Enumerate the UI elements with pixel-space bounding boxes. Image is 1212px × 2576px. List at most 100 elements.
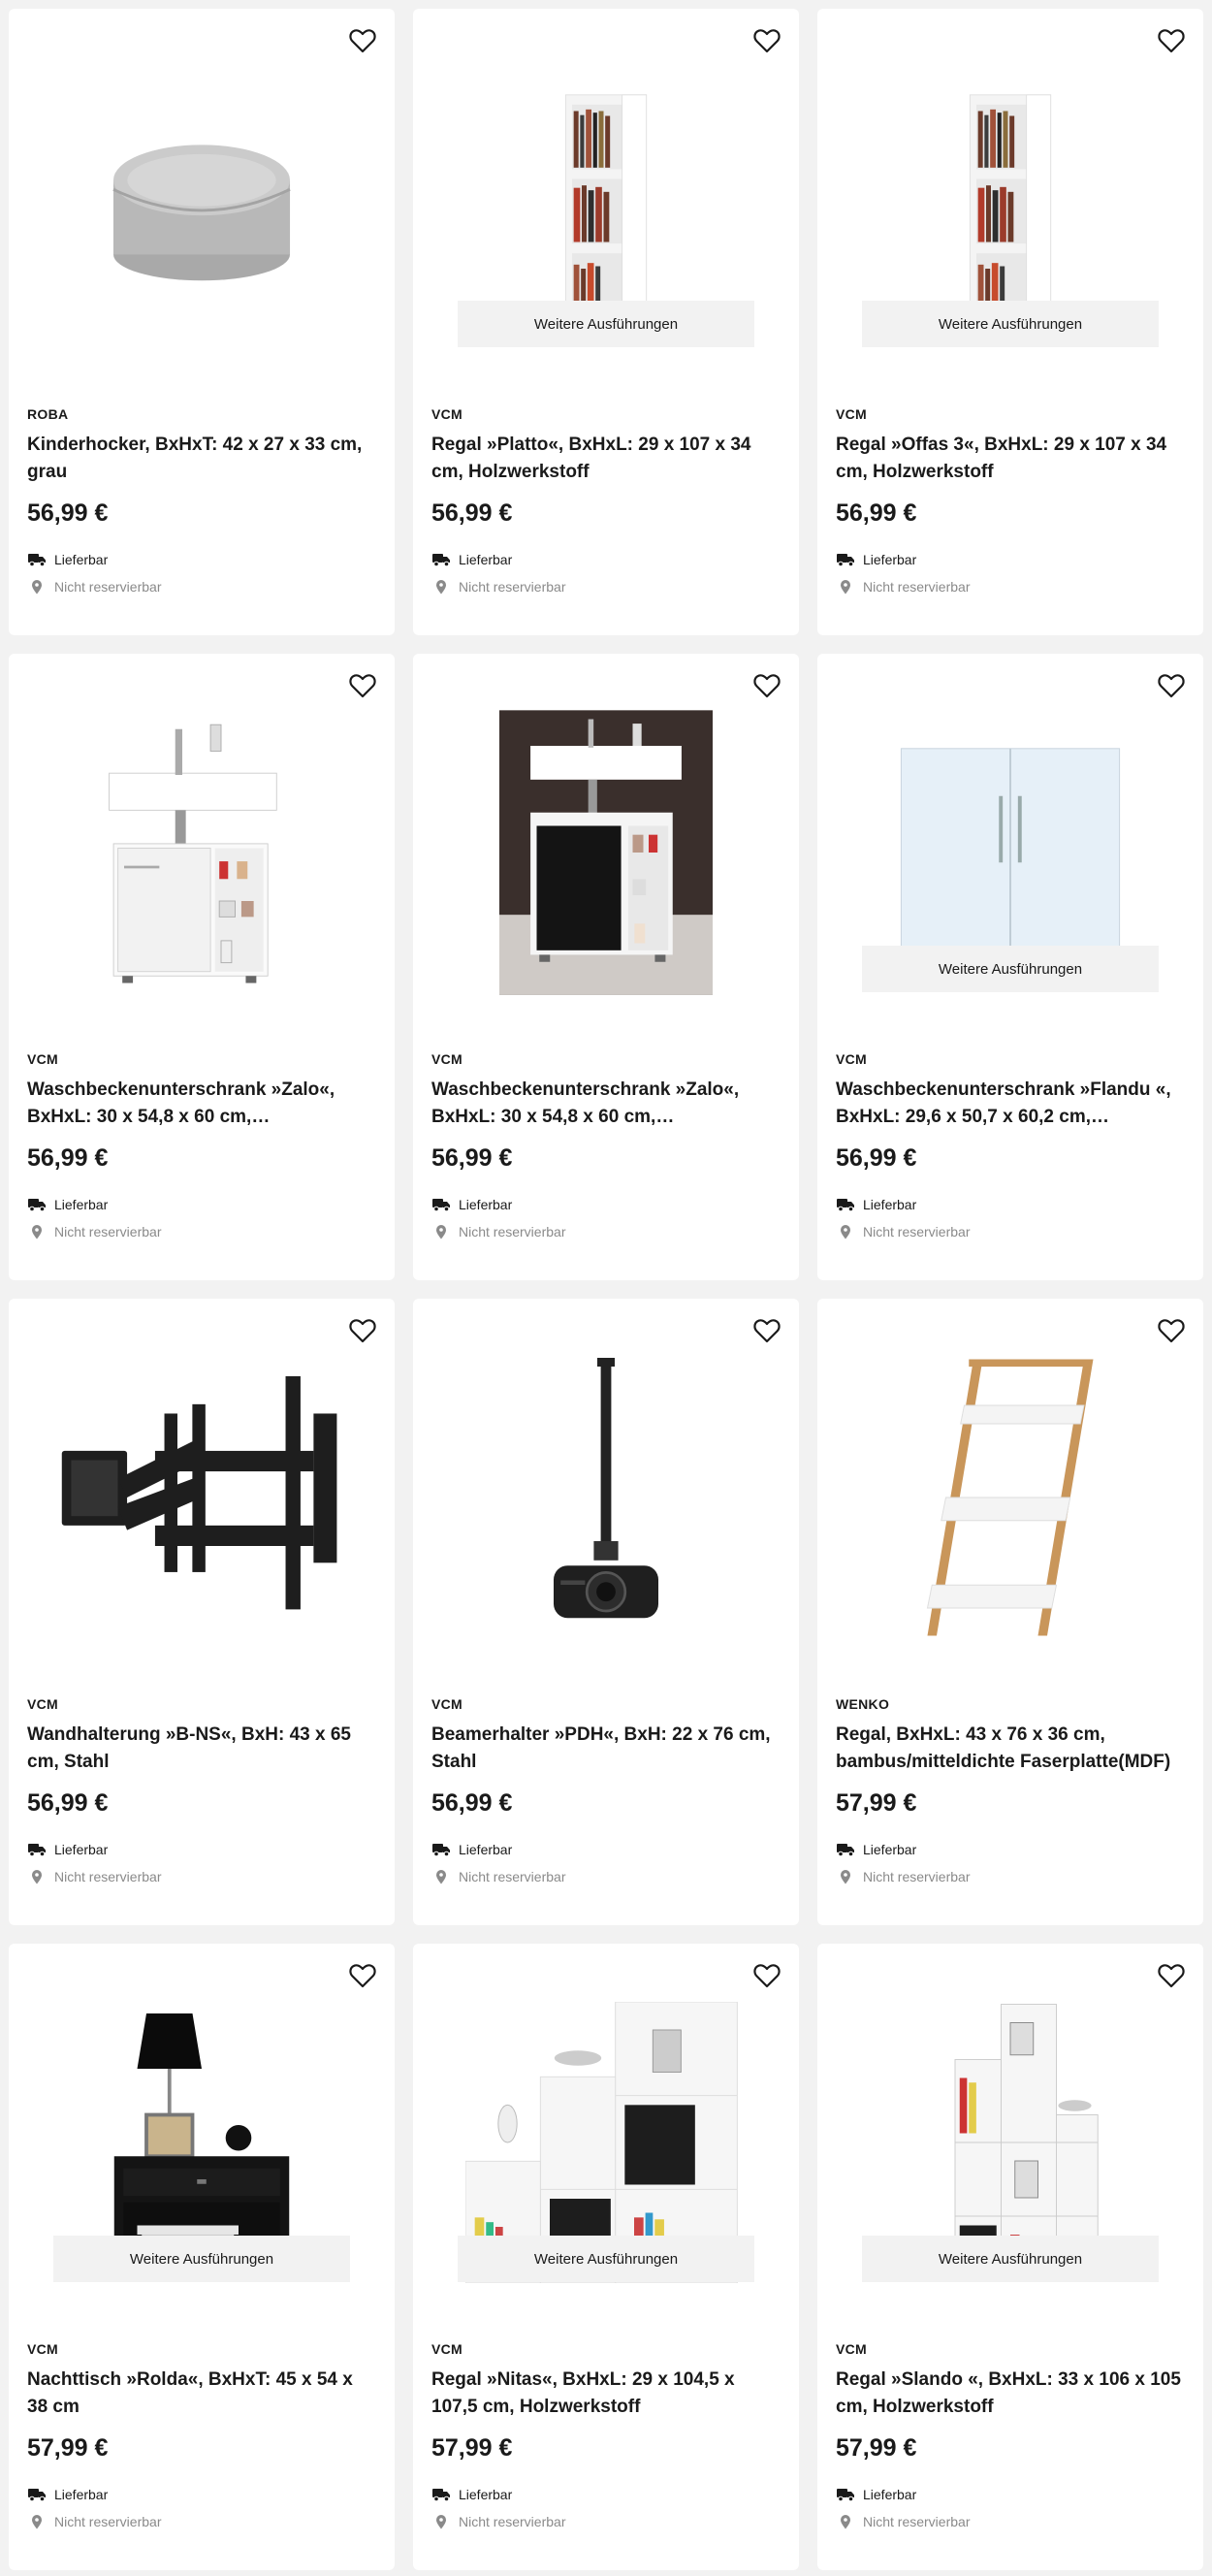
location-pin-icon [436, 580, 446, 595]
product-price: 56,99 € [27, 1789, 109, 1817]
product-card[interactable]: VCM Beamerhalter »PDH«, BxH: 22 x 76 cm,… [413, 1299, 799, 1925]
reserve-status: Nicht reservierbar [431, 2512, 781, 2531]
truck-icon [28, 2489, 46, 2502]
product-card[interactable]: Weitere Ausführungen VCM Regal »Slando «… [817, 1944, 1203, 2570]
delivery-label: Lieferbar [54, 552, 109, 567]
product-image[interactable] [817, 1337, 1203, 1658]
delivery-label: Lieferbar [54, 2487, 109, 2502]
location-pin-icon [841, 2515, 850, 2529]
product-title[interactable]: Waschbeckenunterschrank »Zalo«, BxHxL: 3… [431, 1077, 781, 1131]
product-title[interactable]: Regal »Offas 3«, BxHxL: 29 x 107 x 34 cm… [836, 432, 1185, 486]
product-title[interactable]: Beamerhalter »PDH«, BxH: 22 x 76 cm, Sta… [431, 1722, 781, 1776]
product-image[interactable] [9, 692, 395, 1013]
delivery-status: Lieferbar [431, 2485, 781, 2504]
product-card[interactable]: Weitere Ausführungen VCM Regal »Platto«,… [413, 9, 799, 635]
product-info: VCM Regal »Nitas«, BxHxL: 29 x 104,5 x 1… [431, 2341, 781, 2531]
truck-icon [837, 554, 854, 567]
reserve-label: Nicht reservierbar [54, 2514, 162, 2529]
more-variants-button[interactable]: Weitere Ausführungen [862, 2236, 1159, 2282]
more-variants-button[interactable]: Weitere Ausführungen [862, 301, 1159, 347]
product-price: 57,99 € [836, 2434, 917, 2462]
product-info: VCM Beamerhalter »PDH«, BxH: 22 x 76 cm,… [431, 1696, 781, 1886]
product-brand: ROBA [27, 406, 69, 422]
delivery-label: Lieferbar [863, 2487, 917, 2502]
delivery-status: Lieferbar [27, 2485, 376, 2504]
product-info: VCM Waschbeckenunterschrank »Zalo«, BxHx… [27, 1051, 376, 1241]
product-image[interactable] [9, 1337, 395, 1658]
delivery-label: Lieferbar [459, 2487, 513, 2502]
product-title[interactable]: Wandhalterung »B-NS«, BxH: 43 x 65 cm, S… [27, 1722, 376, 1776]
reserve-status: Nicht reservierbar [836, 1867, 1185, 1886]
reserve-label: Nicht reservierbar [54, 1224, 162, 1240]
product-card[interactable]: Weitere Ausführungen VCM Regal »Offas 3«… [817, 9, 1203, 635]
delivery-status: Lieferbar [836, 1195, 1185, 1214]
product-brand: VCM [27, 1696, 59, 1712]
truck-icon [432, 2489, 450, 2502]
product-title[interactable]: Nachttisch »Rolda«, BxHxT: 45 x 54 x 38 … [27, 2367, 376, 2421]
delivery-status: Lieferbar [27, 1195, 376, 1214]
delivery-status: Lieferbar [27, 550, 376, 569]
product-title[interactable]: Regal, BxHxL: 43 x 76 x 36 cm, bambus/mi… [836, 1722, 1185, 1776]
product-info: VCM Regal »Platto«, BxHxL: 29 x 107 x 34… [431, 406, 781, 596]
truck-icon [28, 1199, 46, 1212]
product-price: 57,99 € [836, 1789, 917, 1817]
delivery-label: Lieferbar [459, 552, 513, 567]
product-card[interactable]: VCM Wandhalterung »B-NS«, BxH: 43 x 65 c… [9, 1299, 395, 1925]
delivery-status: Lieferbar [431, 1840, 781, 1859]
location-pin-icon [32, 1870, 42, 1884]
delivery-label: Lieferbar [459, 1197, 513, 1212]
reserve-status: Nicht reservierbar [431, 577, 781, 596]
product-info: VCM Regal »Offas 3«, BxHxL: 29 x 107 x 3… [836, 406, 1185, 596]
product-title[interactable]: Regal »Nitas«, BxHxL: 29 x 104,5 x 107,5… [431, 2367, 781, 2421]
more-variants-button[interactable]: Weitere Ausführungen [458, 301, 754, 347]
product-price: 56,99 € [836, 499, 917, 527]
reserve-status: Nicht reservierbar [27, 1867, 376, 1886]
delivery-label: Lieferbar [54, 1197, 109, 1212]
product-brand: VCM [836, 406, 868, 422]
location-pin-icon [436, 1870, 446, 1884]
product-info: VCM Waschbeckenunterschrank »Zalo«, BxHx… [431, 1051, 781, 1241]
product-brand: VCM [431, 2341, 463, 2357]
product-brand: VCM [431, 406, 463, 422]
delivery-label: Lieferbar [459, 1842, 513, 1857]
product-brand: VCM [836, 2341, 868, 2357]
delivery-status: Lieferbar [431, 1195, 781, 1214]
delivery-status: Lieferbar [836, 1840, 1185, 1859]
product-image[interactable] [9, 48, 395, 368]
product-grid: ROBA Kinderhocker, BxHxT: 42 x 27 x 33 c… [9, 9, 1203, 2570]
product-card[interactable]: Weitere Ausführungen VCM Nachttisch »Rol… [9, 1944, 395, 2570]
more-variants-button[interactable]: Weitere Ausführungen [53, 2236, 350, 2282]
product-title[interactable]: Regal »Platto«, BxHxL: 29 x 107 x 34 cm,… [431, 432, 781, 486]
reserve-label: Nicht reservierbar [459, 579, 566, 595]
product-info: VCM Wandhalterung »B-NS«, BxH: 43 x 65 c… [27, 1696, 376, 1886]
reserve-status: Nicht reservierbar [27, 2512, 376, 2531]
reserve-status: Nicht reservierbar [836, 2512, 1185, 2531]
more-variants-button[interactable]: Weitere Ausführungen [458, 2236, 754, 2282]
product-title[interactable]: Regal »Slando «, BxHxL: 33 x 106 x 105 c… [836, 2367, 1185, 2421]
product-card[interactable]: WENKO Regal, BxHxL: 43 x 76 x 36 cm, bam… [817, 1299, 1203, 1925]
delivery-label: Lieferbar [863, 1197, 917, 1212]
product-image[interactable] [413, 1337, 799, 1658]
truck-icon [837, 2489, 854, 2502]
product-card[interactable]: Weitere Ausführungen VCM Waschbeckenunte… [817, 654, 1203, 1280]
reserve-status: Nicht reservierbar [836, 1222, 1185, 1241]
product-title[interactable]: Waschbeckenunterschrank »Zalo«, BxHxL: 3… [27, 1077, 376, 1131]
product-title[interactable]: Waschbeckenunterschrank »Flandu «, BxHxL… [836, 1077, 1185, 1131]
truck-icon [432, 554, 450, 567]
delivery-status: Lieferbar [27, 1840, 376, 1859]
product-card[interactable]: Weitere Ausführungen VCM Regal »Nitas«, … [413, 1944, 799, 2570]
product-card[interactable]: ROBA Kinderhocker, BxHxT: 42 x 27 x 33 c… [9, 9, 395, 635]
more-variants-button[interactable]: Weitere Ausführungen [862, 946, 1159, 992]
delivery-status: Lieferbar [836, 2485, 1185, 2504]
product-card[interactable]: VCM Waschbeckenunterschrank »Zalo«, BxHx… [9, 654, 395, 1280]
reserve-status: Nicht reservierbar [27, 1222, 376, 1241]
product-title[interactable]: Kinderhocker, BxHxT: 42 x 27 x 33 cm, gr… [27, 432, 376, 486]
product-info: VCM Nachttisch »Rolda«, BxHxT: 45 x 54 x… [27, 2341, 376, 2531]
product-card[interactable]: VCM Waschbeckenunterschrank »Zalo«, BxHx… [413, 654, 799, 1280]
reserve-label: Nicht reservierbar [863, 2514, 971, 2529]
location-pin-icon [32, 1225, 42, 1240]
product-image[interactable] [413, 692, 799, 1013]
location-pin-icon [436, 2515, 446, 2529]
truck-icon [28, 554, 46, 567]
truck-icon [837, 1844, 854, 1857]
